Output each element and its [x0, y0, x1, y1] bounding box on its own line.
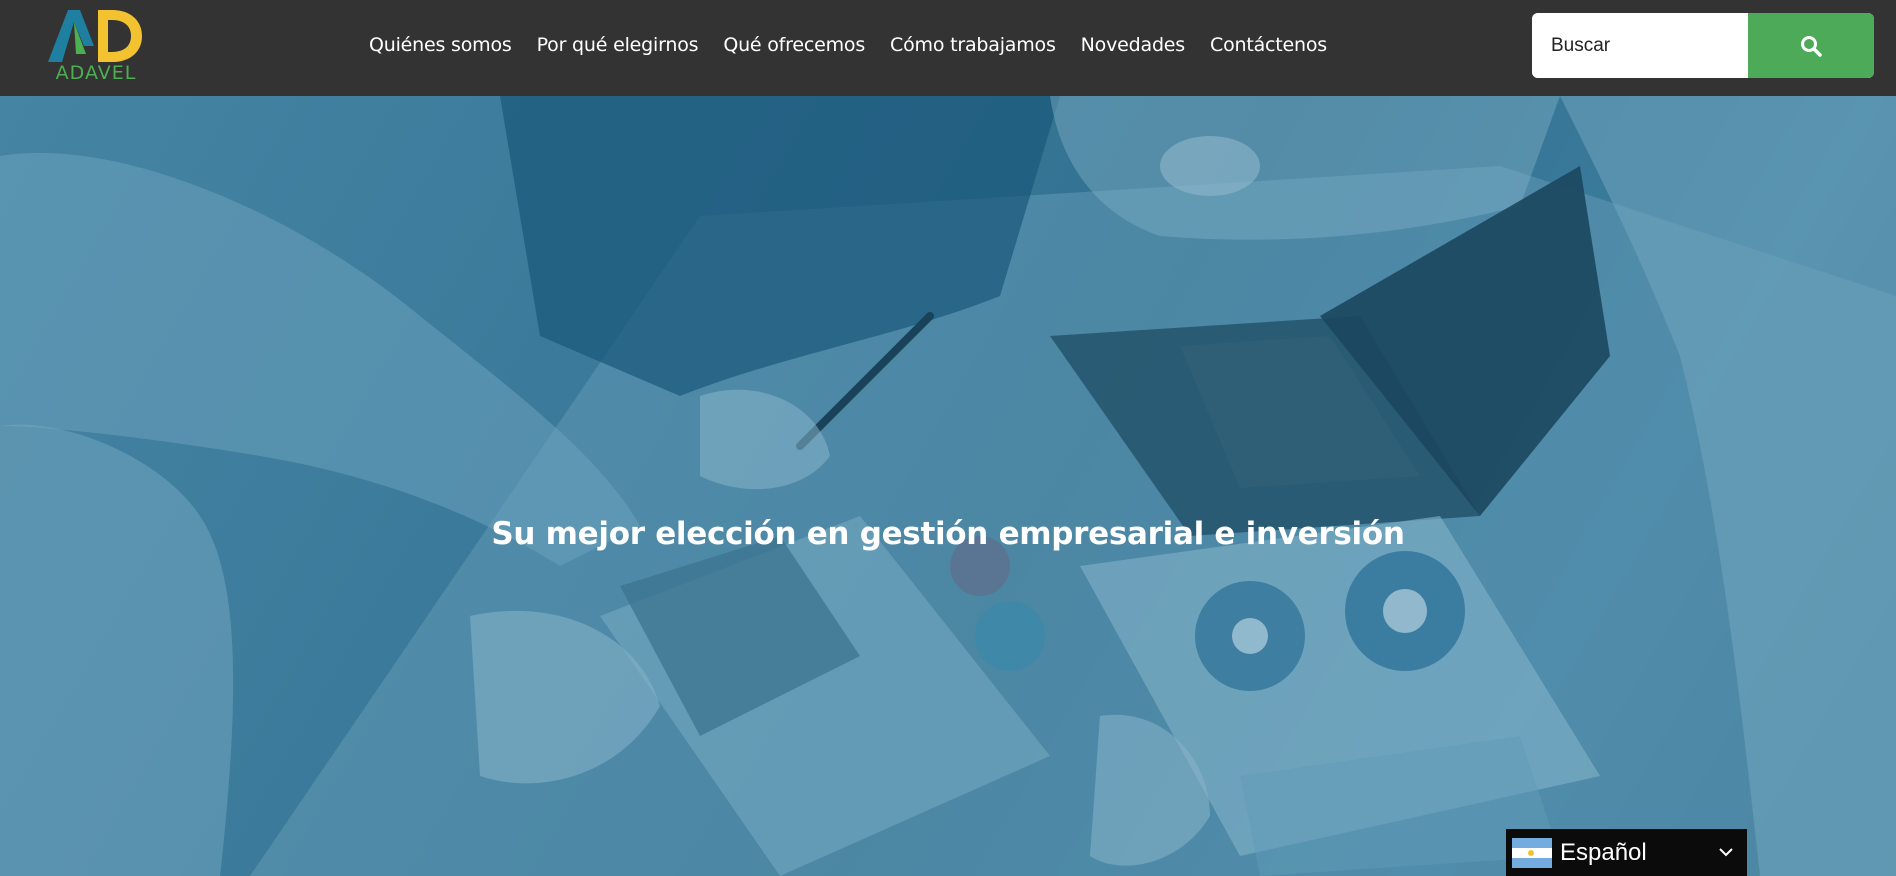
page: ADAVEL Quiénes somos Por qué elegirnos Q…: [0, 0, 1896, 876]
nav-item-que-ofrecemos[interactable]: Qué ofrecemos: [723, 34, 865, 56]
logo-text: ADAVEL: [55, 62, 137, 84]
nav-item-por-que-elegirnos[interactable]: Por qué elegirnos: [537, 34, 699, 56]
hero-banner: Su mejor elección en gestión empresarial…: [0, 96, 1896, 876]
hero-overlay: [0, 96, 1896, 876]
adavel-logo[interactable]: ADAVEL: [46, 6, 146, 86]
hero-title: Su mejor elección en gestión empresarial…: [491, 516, 1405, 552]
argentina-flag-icon: [1512, 837, 1552, 868]
logo-mark-icon: [48, 10, 142, 62]
nav-item-contactenos[interactable]: Contáctenos: [1210, 34, 1327, 56]
nav-item-quienes-somos[interactable]: Quiénes somos: [369, 34, 512, 56]
search-icon: [1801, 35, 1822, 57]
search-input[interactable]: [1532, 13, 1748, 78]
search-button[interactable]: [1748, 13, 1874, 78]
main-nav: Quiénes somos Por qué elegirnos Qué ofre…: [369, 0, 1352, 90]
site-header: ADAVEL Quiénes somos Por qué elegirnos Q…: [0, 0, 1896, 96]
nav-item-novedades[interactable]: Novedades: [1081, 34, 1186, 56]
search-box: [1532, 13, 1874, 78]
language-label: Español: [1560, 838, 1647, 866]
language-switcher[interactable]: Español: [1506, 829, 1747, 876]
nav-item-como-trabajamos[interactable]: Cómo trabajamos: [890, 34, 1056, 56]
chevron-down-icon: [1719, 848, 1733, 857]
